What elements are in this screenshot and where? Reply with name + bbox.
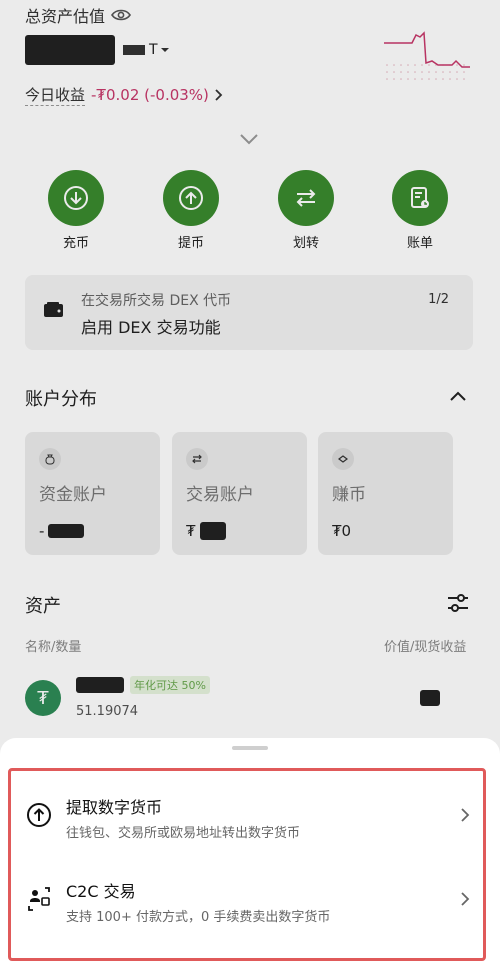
withdraw-crypto-option[interactable]: 提取数字货币 往钱包、交易所或欧易地址转出数字货币 — [8, 776, 486, 860]
sheet-drag-handle[interactable] — [232, 746, 268, 750]
c2c-trade-title: C2C 交易 — [66, 882, 136, 901]
withdraw-method-sheet: 提取数字货币 往钱包、交易所或欧易地址转出数字货币 C2C 交易 支持 100+… — [0, 738, 500, 969]
withdraw-crypto-title: 提取数字货币 — [66, 798, 163, 817]
c2c-trade-desc: 支持 100+ 付款方式，0 手续费卖出数字货币 — [66, 910, 331, 925]
c2c-trade-option[interactable]: C2C 交易 支持 100+ 付款方式，0 手续费卖出数字货币 — [8, 860, 486, 944]
chevron-right-icon — [461, 808, 470, 822]
withdraw-crypto-desc: 往钱包、交易所或欧易地址转出数字货币 — [66, 826, 301, 841]
upload-icon — [27, 803, 51, 827]
chevron-right-icon — [461, 892, 470, 906]
c2c-icon — [28, 887, 50, 911]
